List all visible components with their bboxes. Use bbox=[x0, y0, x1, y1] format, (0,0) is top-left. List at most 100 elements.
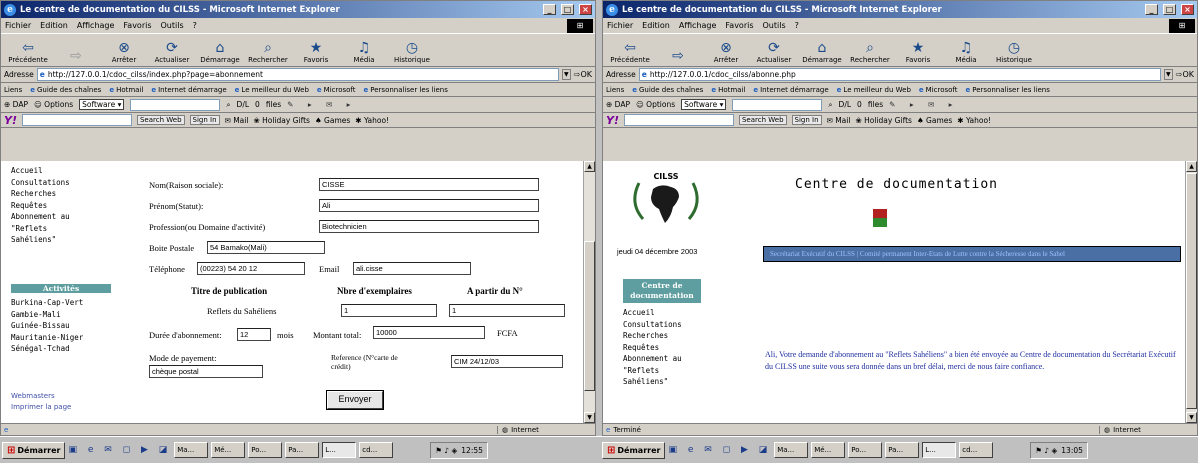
yahoo-search-input[interactable] bbox=[623, 114, 734, 126]
task-button-5[interactable]: L... bbox=[322, 442, 357, 458]
link-microsoft[interactable]: e Microsoft bbox=[919, 86, 958, 94]
dap-button[interactable]: ⊕ DAP bbox=[4, 100, 28, 109]
address-input[interactable]: e http://127.0.0.1/cdoc_cilss/abonne.php bbox=[638, 68, 1161, 81]
activity-mauritanie[interactable]: Mauritanie-Niger bbox=[11, 332, 83, 344]
software-select[interactable]: Software ▾ bbox=[79, 99, 125, 110]
back-button[interactable]: ⇦ Précédente bbox=[5, 40, 51, 64]
link-internet-demarrage[interactable]: e Internet démarrage bbox=[753, 86, 828, 94]
menu-fichier[interactable]: Fichier bbox=[5, 21, 31, 30]
sign-in-button[interactable]: Sign In bbox=[791, 115, 822, 125]
search-button[interactable]: ⌕ Rechercher bbox=[245, 40, 291, 64]
vertical-scrollbar[interactable]: ▲ ▼ bbox=[1185, 161, 1197, 423]
print-page-link[interactable]: Imprimer la page bbox=[11, 402, 71, 413]
mail-button[interactable]: ✉ Mail bbox=[225, 116, 249, 125]
stop-button[interactable]: ⊗ Arrêter bbox=[101, 40, 147, 64]
address-input[interactable]: e http://127.0.0.1/cdoc_cilss/index.php?… bbox=[36, 68, 559, 81]
favorites-button[interactable]: ★ Favoris bbox=[895, 40, 941, 64]
sidebar-item-requetes[interactable]: Requêtes bbox=[623, 342, 682, 354]
montant-input[interactable]: 10000 bbox=[373, 326, 485, 339]
scroll-down-arrow-icon[interactable]: ▼ bbox=[584, 412, 595, 423]
task-button-6[interactable]: cd... bbox=[959, 442, 994, 458]
search-button[interactable]: ⌕ Rechercher bbox=[847, 40, 893, 64]
go-button[interactable]: ⇨OK bbox=[574, 70, 592, 79]
tray-icons[interactable]: ⚑ ♪ ◈ bbox=[1035, 446, 1057, 455]
games-button[interactable]: ♠ Games bbox=[917, 116, 952, 125]
email-input[interactable]: ali.cisse bbox=[353, 262, 471, 275]
sidebar-item-reflets[interactable]: "Reflets bbox=[11, 223, 70, 235]
profession-input[interactable]: Biotechnicien bbox=[319, 220, 539, 233]
sidebar-item-saheliens[interactable]: Sahéliens" bbox=[623, 376, 682, 388]
dap-search-input[interactable] bbox=[130, 98, 221, 111]
start-button[interactable]: ⊞ Démarrer bbox=[602, 441, 666, 459]
link-microsoft[interactable]: e Microsoft bbox=[317, 86, 356, 94]
media-button[interactable]: ♫ Média bbox=[943, 40, 989, 64]
address-dropdown[interactable]: ▼ bbox=[1163, 69, 1173, 80]
menu-outils[interactable]: Outils bbox=[763, 21, 786, 30]
sidebar-item-consultations[interactable]: Consultations bbox=[623, 319, 682, 331]
menu-favoris[interactable]: Favoris bbox=[123, 21, 151, 30]
menu-edition[interactable]: Edition bbox=[642, 21, 670, 30]
refresh-button[interactable]: ⟳ Actualiser bbox=[751, 40, 797, 64]
scroll-thumb[interactable] bbox=[1186, 173, 1197, 409]
scroll-down-arrow-icon[interactable]: ▼ bbox=[1186, 412, 1197, 423]
media-button[interactable]: ♫ Média bbox=[341, 40, 387, 64]
address-dropdown[interactable]: ▼ bbox=[561, 69, 571, 80]
link-personnaliser[interactable]: e Personnaliser les liens bbox=[966, 86, 1050, 94]
link-personnaliser[interactable]: e Personnaliser les liens bbox=[364, 86, 448, 94]
minimize-button[interactable]: _ bbox=[1145, 4, 1158, 15]
nbre-exemplaires-input[interactable]: 1 bbox=[341, 304, 437, 317]
quick-launch-icons[interactable]: ▣ e ✉ ◻ ▶ ◪ bbox=[668, 445, 771, 455]
close-button[interactable]: × bbox=[1181, 4, 1194, 15]
dap-tool-icons[interactable]: ✎ ▸ ✉ ▸ bbox=[889, 100, 958, 109]
sidebar-item-abonnement[interactable]: Abonnement au bbox=[623, 353, 682, 365]
menu-fichier[interactable]: Fichier bbox=[607, 21, 633, 30]
link-meilleur-web[interactable]: e Le meilleur du Web bbox=[235, 86, 309, 94]
task-button-1[interactable]: Ma... bbox=[774, 442, 809, 458]
link-hotmail[interactable]: e Hotmail bbox=[109, 86, 143, 94]
menu-affichage[interactable]: Affichage bbox=[679, 21, 717, 30]
sidebar-item-recherches[interactable]: Recherches bbox=[11, 188, 70, 200]
task-button-4[interactable]: Pa... bbox=[885, 442, 920, 458]
options-button[interactable]: ☺ Options bbox=[34, 100, 73, 109]
minimize-button[interactable]: _ bbox=[543, 4, 556, 15]
a-partir-input[interactable]: 1 bbox=[449, 304, 565, 317]
sidebar-item-reflets[interactable]: "Reflets bbox=[623, 365, 682, 377]
reference-input[interactable]: CIM 24/12/03 bbox=[451, 355, 563, 368]
dap-button[interactable]: ⊕ DAP bbox=[606, 100, 630, 109]
task-button-3[interactable]: Po... bbox=[848, 442, 883, 458]
task-button-6[interactable]: cd... bbox=[359, 442, 394, 458]
telephone-input[interactable]: (00223) 54 20 12 bbox=[197, 262, 305, 275]
task-button-1[interactable]: Ma... bbox=[174, 442, 209, 458]
quick-launch-icons[interactable]: ▣ e ✉ ◻ ▶ ◪ bbox=[68, 445, 171, 455]
link-meilleur-web[interactable]: e Le meilleur du Web bbox=[837, 86, 911, 94]
dap-search-input[interactable] bbox=[732, 98, 823, 111]
webmasters-link[interactable]: Webmasters bbox=[11, 391, 71, 402]
sidebar-item-consultations[interactable]: Consultations bbox=[11, 177, 70, 189]
sidebar-item-requetes[interactable]: Requêtes bbox=[11, 200, 70, 212]
search-web-button[interactable]: Search Web bbox=[136, 115, 185, 125]
refresh-button[interactable]: ⟳ Actualiser bbox=[149, 40, 195, 64]
stop-button[interactable]: ⊗ Arrêter bbox=[703, 40, 749, 64]
close-button[interactable]: × bbox=[579, 4, 592, 15]
menu-help[interactable]: ? bbox=[795, 21, 799, 30]
menu-affichage[interactable]: Affichage bbox=[77, 21, 115, 30]
holiday-gifts-button[interactable]: ❀ Holiday Gifts bbox=[855, 116, 912, 125]
favorites-button[interactable]: ★ Favoris bbox=[293, 40, 339, 64]
history-button[interactable]: ◷ Historique bbox=[389, 40, 435, 64]
paiement-input[interactable]: chèque postal bbox=[149, 365, 263, 378]
link-hotmail[interactable]: e Hotmail bbox=[711, 86, 745, 94]
search-web-button[interactable]: Search Web bbox=[738, 115, 787, 125]
task-button-2[interactable]: Mé... bbox=[811, 442, 846, 458]
maximize-button[interactable]: □ bbox=[1163, 4, 1176, 15]
yahoo-button[interactable]: ✱ Yahoo! bbox=[957, 116, 991, 125]
home-button[interactable]: ⌂ Démarrage bbox=[799, 40, 845, 64]
task-button-2[interactable]: Mé... bbox=[211, 442, 246, 458]
vertical-scrollbar[interactable]: ▲ ▼ bbox=[583, 161, 595, 423]
yahoo-button[interactable]: ✱ Yahoo! bbox=[355, 116, 389, 125]
home-button[interactable]: ⌂ Démarrage bbox=[197, 40, 243, 64]
tray-icons[interactable]: ⚑ ♪ ◈ bbox=[435, 446, 457, 455]
activity-guinee[interactable]: Guinée-Bissau bbox=[11, 320, 83, 332]
sidebar-item-saheliens[interactable]: Sahéliens" bbox=[11, 234, 70, 246]
menu-favoris[interactable]: Favoris bbox=[725, 21, 753, 30]
dap-search-icon[interactable]: ⌕ bbox=[828, 100, 832, 110]
